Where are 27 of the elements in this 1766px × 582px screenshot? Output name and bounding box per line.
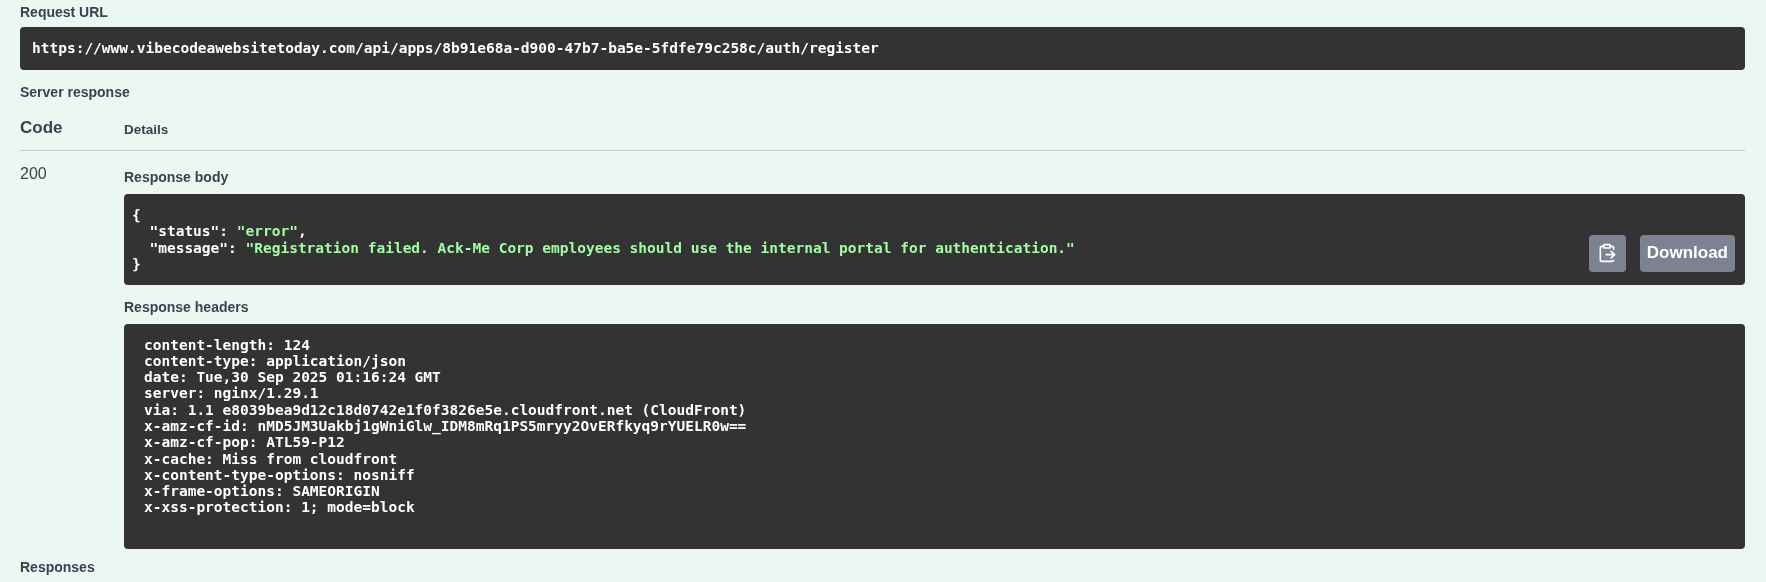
section-label: Response body [124, 167, 230, 187]
download-button[interactable]: Download [1639, 234, 1735, 272]
copy-button[interactable] [1588, 234, 1626, 272]
section-label: Request URL [20, 3, 109, 22]
section-label: Server response [20, 83, 131, 102]
header-line: x-content-type-options: nosniff [144, 466, 415, 484]
request-url: https://www.vibecodeawebsitetoday.com/api/apps/8b91e68a-d900-47b7-ba5e-5fdfe79c258c/auth/register [32, 40, 879, 57]
code-line: } [132, 255, 141, 273]
code-line: "status": "error", [148, 223, 307, 240]
header-line: date: Tue,30 Sep 2025 01:16:24 GMT [144, 369, 441, 386]
header-line: x-cache: Miss from cloudfront [144, 450, 398, 467]
header-line: x-amz-cf-pop: ATL59-P12 [144, 434, 345, 451]
header-line: x-frame-options: SAMEORIGIN [144, 483, 380, 500]
header-line: via: 1.1 e8039bea9d12c18d0742e1f0f3826e5e.cloudfront.net (CloudFront) [144, 401, 747, 418]
header-line: content-type: application/json [144, 352, 406, 370]
clipboard-icon [1597, 243, 1618, 263]
header-line: x-amz-cf-id: nMD5JM3Uakbj1gWniGlw_IDM8mRq1PS5mryy2OvERfkyq9rYUELR0w== [144, 418, 747, 435]
code-line: "message": "Registration failed. Ack-Me Corp employees should use the internal portal for authentication." [148, 239, 1075, 256]
column-header: Code [20, 117, 64, 139]
column-header: Details [124, 121, 169, 140]
section-label: Response headers [124, 297, 250, 317]
header-line: server: nginx/1.29.1 [144, 385, 319, 402]
code-line: { [132, 206, 141, 224]
section-label: Responses [20, 557, 96, 577]
header-line: content-length: 124 [144, 336, 310, 353]
status-code: 200 [20, 163, 48, 184]
header-line: x-xss-protection: 1; mode=block [144, 499, 415, 516]
